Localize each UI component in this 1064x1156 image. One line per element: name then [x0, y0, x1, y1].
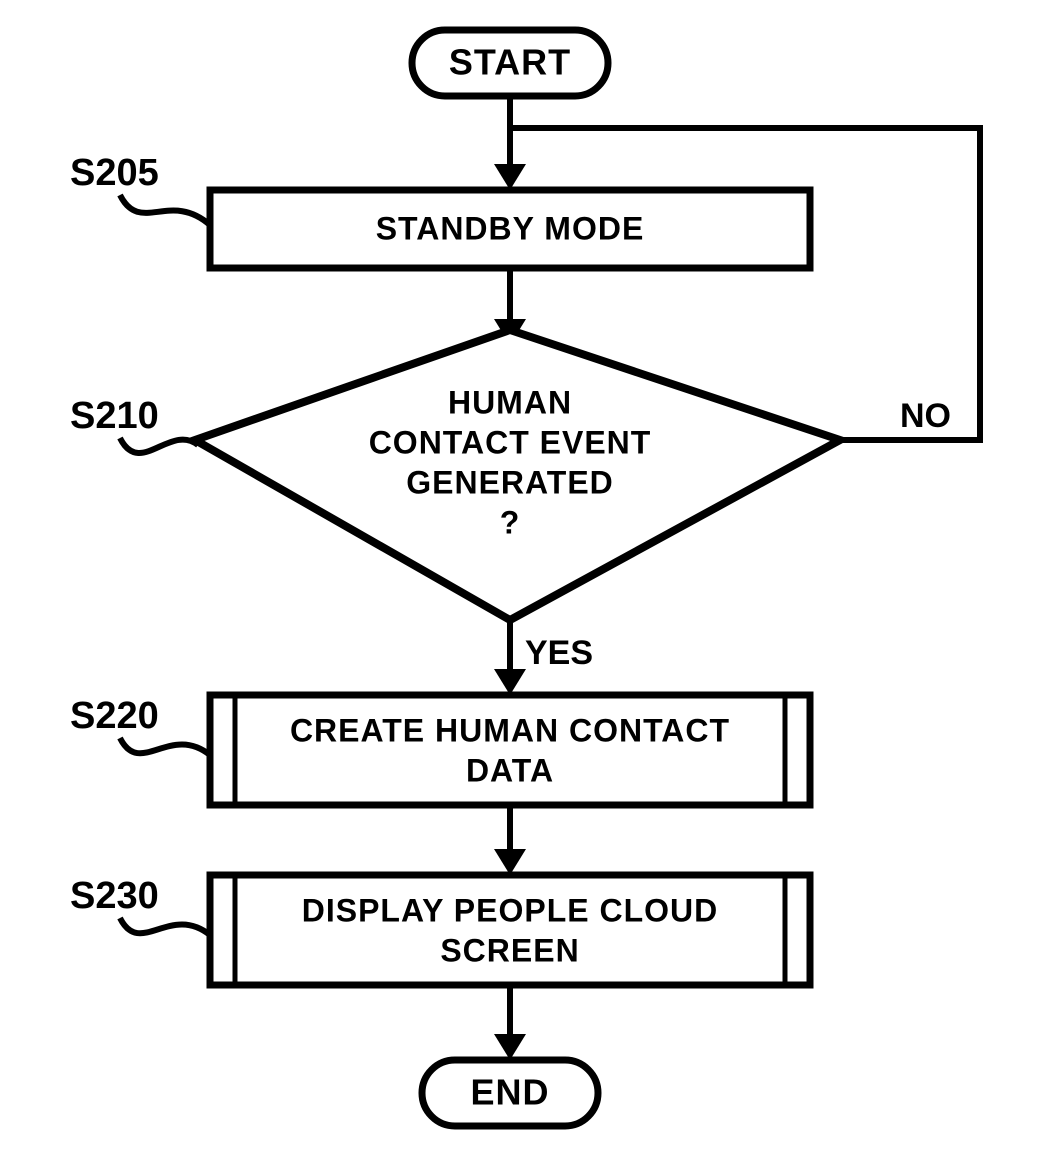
s210-id-label: S210 [70, 395, 198, 453]
flowchart-svg: START STANDBY MODE S205 HUMAN CONTACT EV… [0, 0, 1064, 1156]
arrow-s220-to-s230 [494, 805, 526, 875]
branch-yes-label: YES [525, 634, 593, 672]
s220-line1: CREATE HUMAN CONTACT [290, 712, 730, 748]
s210-line4: ? [500, 504, 521, 540]
arrow-start-to-s205 [494, 96, 526, 190]
s210-line1: HUMAN [448, 384, 572, 420]
s230-id-label: S230 [70, 875, 210, 935]
branch-no-label: NO [900, 397, 951, 435]
svg-text:S210: S210 [70, 395, 159, 437]
end-terminal: END [422, 1060, 598, 1126]
process-display-people-cloud-screen: DISPLAY PEOPLE CLOUD SCREEN [210, 875, 810, 985]
s230-line1: DISPLAY PEOPLE CLOUD [302, 892, 719, 928]
s210-line2: CONTACT EVENT [369, 424, 652, 460]
s205-label: STANDBY MODE [376, 210, 645, 246]
process-create-human-contact-data: CREATE HUMAN CONTACT DATA [210, 695, 810, 805]
s230-line2: SCREEN [440, 932, 579, 968]
arrow-s210-to-s220 [494, 620, 526, 695]
s210-line3: GENERATED [406, 464, 614, 500]
end-label: END [470, 1072, 549, 1113]
start-terminal: START [412, 30, 608, 96]
svg-text:S220: S220 [70, 695, 159, 737]
start-label: START [449, 42, 571, 83]
arrow-s230-to-end [494, 985, 526, 1060]
s205-id-label: S205 [70, 152, 210, 225]
s220-line2: DATA [466, 752, 554, 788]
svg-text:S230: S230 [70, 875, 159, 917]
s220-id-label: S220 [70, 695, 210, 755]
process-standby-mode: STANDBY MODE [210, 190, 810, 268]
svg-text:S205: S205 [70, 152, 159, 194]
decision-human-contact-event: HUMAN CONTACT EVENT GENERATED ? [195, 330, 840, 620]
